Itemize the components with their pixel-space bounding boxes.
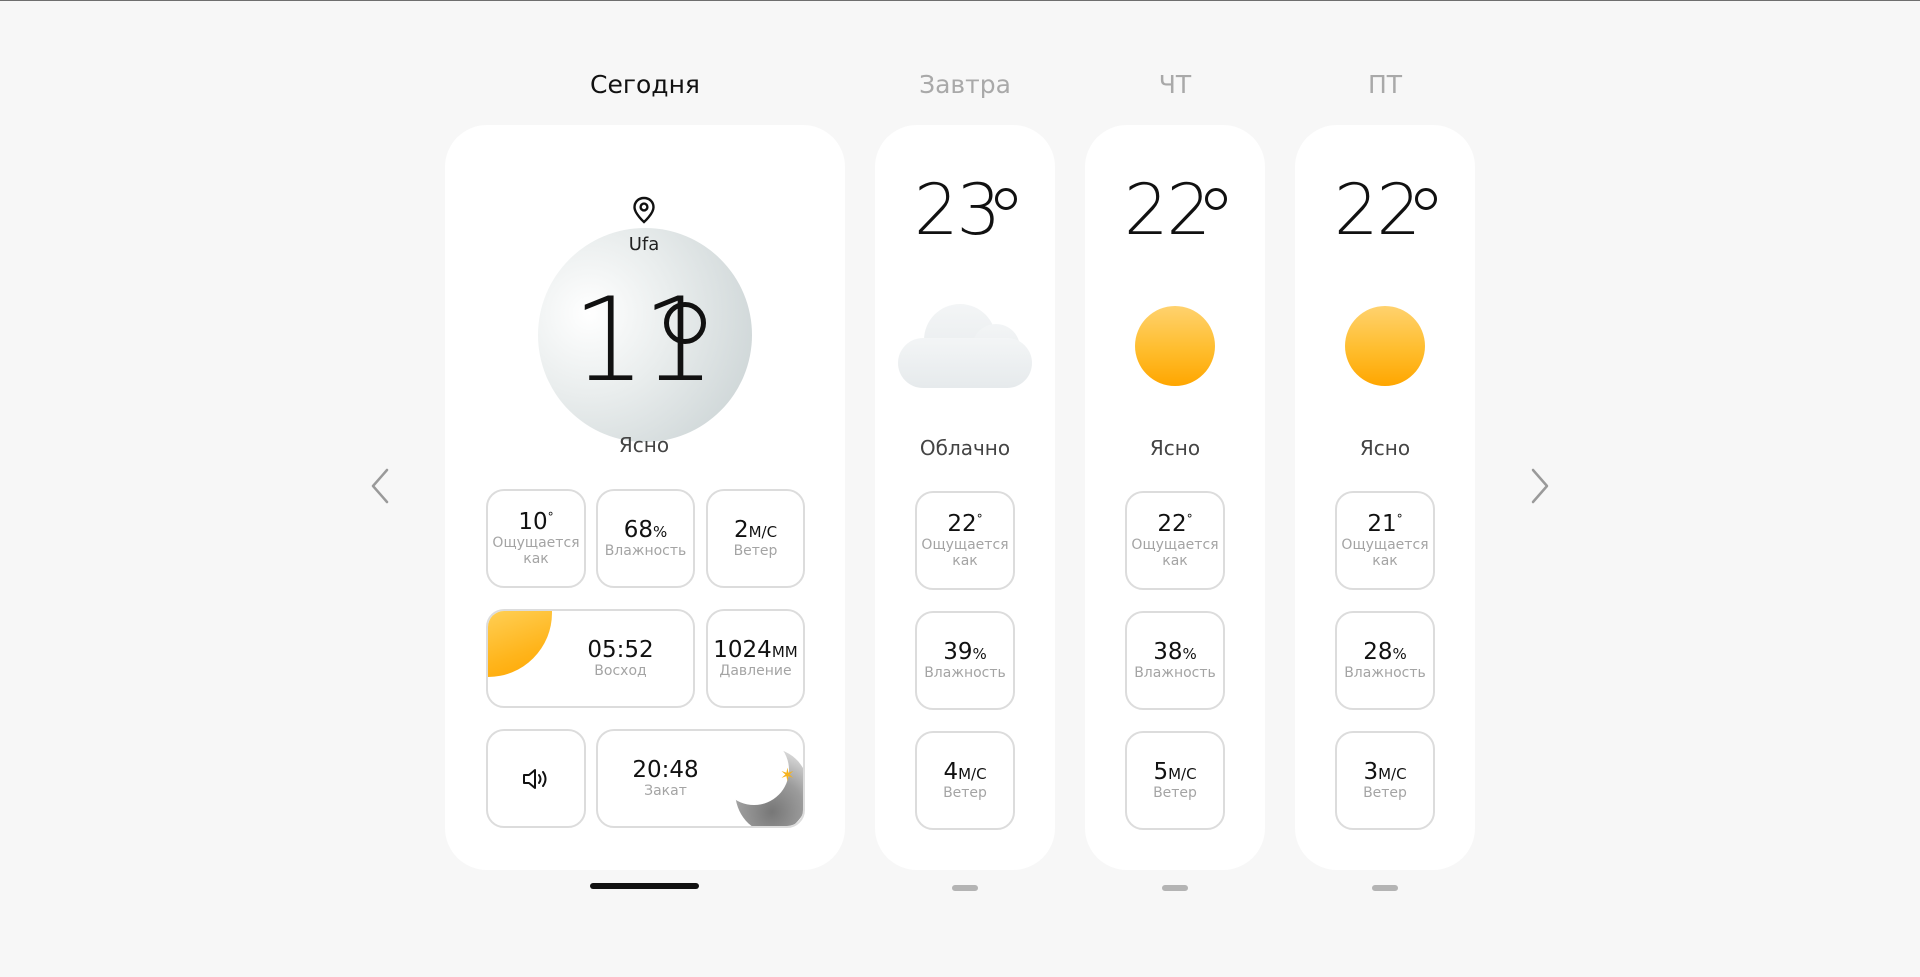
wind-tile: 5М/С Ветер bbox=[1125, 731, 1225, 830]
wind-unit: М/С bbox=[958, 764, 987, 783]
feels-like-unit: ° bbox=[976, 511, 983, 526]
feels-like-unit: ° bbox=[1186, 511, 1193, 526]
forecast-condition: Ясно bbox=[1149, 436, 1201, 460]
cloud-icon bbox=[898, 304, 1032, 388]
tab-friday[interactable]: ПТ bbox=[1325, 70, 1445, 104]
page-indicator-today[interactable] bbox=[590, 883, 699, 889]
feels-like-label: Ощущается как bbox=[492, 534, 580, 568]
wind-tile: 3М/С Ветер bbox=[1335, 731, 1435, 830]
humidity-value: 28 bbox=[1363, 638, 1393, 665]
wind-label: Ветер bbox=[1363, 785, 1407, 802]
pressure-value: 1024 bbox=[713, 636, 772, 663]
humidity-label: Влажность bbox=[1134, 665, 1216, 682]
wind-value: 3 bbox=[1363, 758, 1379, 785]
feels-like-tile: 22° Ощущается как bbox=[1125, 491, 1225, 590]
feels-like-tile: 10° Ощущается как bbox=[486, 489, 586, 588]
wind-label: Ветер bbox=[943, 785, 987, 802]
pressure-unit: ММ bbox=[771, 642, 798, 661]
humidity-tile: 38% Влажность bbox=[1125, 611, 1225, 710]
forecast-temperature: 22 bbox=[1124, 169, 1211, 251]
page-indicator-tomorrow[interactable] bbox=[952, 885, 978, 891]
degree-symbol bbox=[1415, 188, 1437, 210]
wind-value: 4 bbox=[943, 758, 959, 785]
city-name: Ufa bbox=[628, 234, 660, 255]
humidity-unit: % bbox=[1182, 644, 1197, 663]
sunrise-label: Восход bbox=[594, 663, 647, 680]
degree-symbol bbox=[664, 302, 706, 344]
feels-like-label: Ощущается как bbox=[921, 536, 1009, 570]
tab-tomorrow[interactable]: Завтра bbox=[905, 70, 1025, 104]
humidity-unit: % bbox=[972, 644, 987, 663]
feels-like-unit: ° bbox=[547, 509, 554, 524]
feels-like-unit: ° bbox=[1396, 511, 1403, 526]
feels-like-tile: 22° Ощущается как bbox=[915, 491, 1015, 590]
sunrise-tile: 05:52 Восход bbox=[486, 609, 695, 708]
sunset-tile: ✶ 20:48 Закат bbox=[596, 729, 805, 828]
feels-like-label: Ощущается как bbox=[1131, 536, 1219, 570]
page-indicator-friday[interactable] bbox=[1372, 885, 1398, 891]
sunset-label: Закат bbox=[644, 783, 687, 800]
sound-toggle-button[interactable] bbox=[486, 729, 586, 828]
wind-unit: М/С bbox=[748, 522, 778, 541]
sunrise-time: 05:52 bbox=[587, 636, 654, 663]
forecast-condition: Облачно bbox=[919, 436, 1011, 460]
feels-like-label: Ощущается как bbox=[1341, 536, 1429, 570]
current-condition: Ясно bbox=[618, 433, 670, 457]
wind-label: Ветер bbox=[733, 543, 778, 560]
humidity-unit: % bbox=[653, 522, 668, 541]
wind-unit: М/С bbox=[1168, 764, 1197, 783]
humidity-label: Влажность bbox=[924, 665, 1006, 682]
degree-symbol bbox=[995, 188, 1017, 210]
humidity-unit: % bbox=[1392, 644, 1407, 663]
wind-value: 5 bbox=[1153, 758, 1169, 785]
feels-like-tile: 21° Ощущается как bbox=[1335, 491, 1435, 590]
humidity-label: Влажность bbox=[604, 543, 687, 560]
humidity-value: 68 bbox=[623, 516, 653, 543]
forecast-condition: Ясно bbox=[1359, 436, 1411, 460]
pressure-label: Давление bbox=[719, 663, 792, 680]
chevron-left-icon[interactable] bbox=[365, 466, 395, 506]
humidity-tile: 68% Влажность bbox=[596, 489, 695, 588]
sun-icon bbox=[1345, 306, 1425, 386]
humidity-value: 39 bbox=[943, 638, 973, 665]
top-divider bbox=[0, 0, 1920, 1]
pressure-tile: 1024ММ Давление bbox=[706, 609, 805, 708]
location-pin-icon bbox=[633, 196, 655, 224]
forecast-temperature: 22 bbox=[1334, 169, 1421, 251]
sunset-time: 20:48 bbox=[632, 756, 699, 783]
speaker-icon bbox=[523, 768, 547, 789]
wind-unit: М/С bbox=[1378, 764, 1407, 783]
humidity-value: 38 bbox=[1153, 638, 1183, 665]
wind-value: 2 bbox=[733, 516, 749, 543]
degree-symbol bbox=[1205, 188, 1227, 210]
feels-like-value: 21 bbox=[1367, 510, 1397, 537]
feels-like-value: 10 bbox=[518, 508, 548, 535]
humidity-tile: 28% Влажность bbox=[1335, 611, 1435, 710]
sun-icon bbox=[488, 611, 552, 677]
sun-icon bbox=[1135, 306, 1215, 386]
wind-tile: 4М/С Ветер bbox=[915, 731, 1015, 830]
star-icon: ✶ bbox=[779, 765, 795, 786]
feels-like-value: 22 bbox=[947, 510, 977, 537]
page-indicator-thursday[interactable] bbox=[1162, 885, 1188, 891]
feels-like-value: 22 bbox=[1157, 510, 1187, 537]
wind-tile: 2М/С Ветер bbox=[706, 489, 805, 588]
forecast-temperature: 23 bbox=[914, 169, 1001, 251]
humidity-tile: 39% Влажность bbox=[915, 611, 1015, 710]
tab-thursday[interactable]: ЧТ bbox=[1115, 70, 1235, 104]
humidity-label: Влажность bbox=[1344, 665, 1426, 682]
wind-label: Ветер bbox=[1153, 785, 1197, 802]
tab-today[interactable]: Сегодня bbox=[580, 70, 710, 104]
chevron-right-icon[interactable] bbox=[1525, 466, 1555, 506]
